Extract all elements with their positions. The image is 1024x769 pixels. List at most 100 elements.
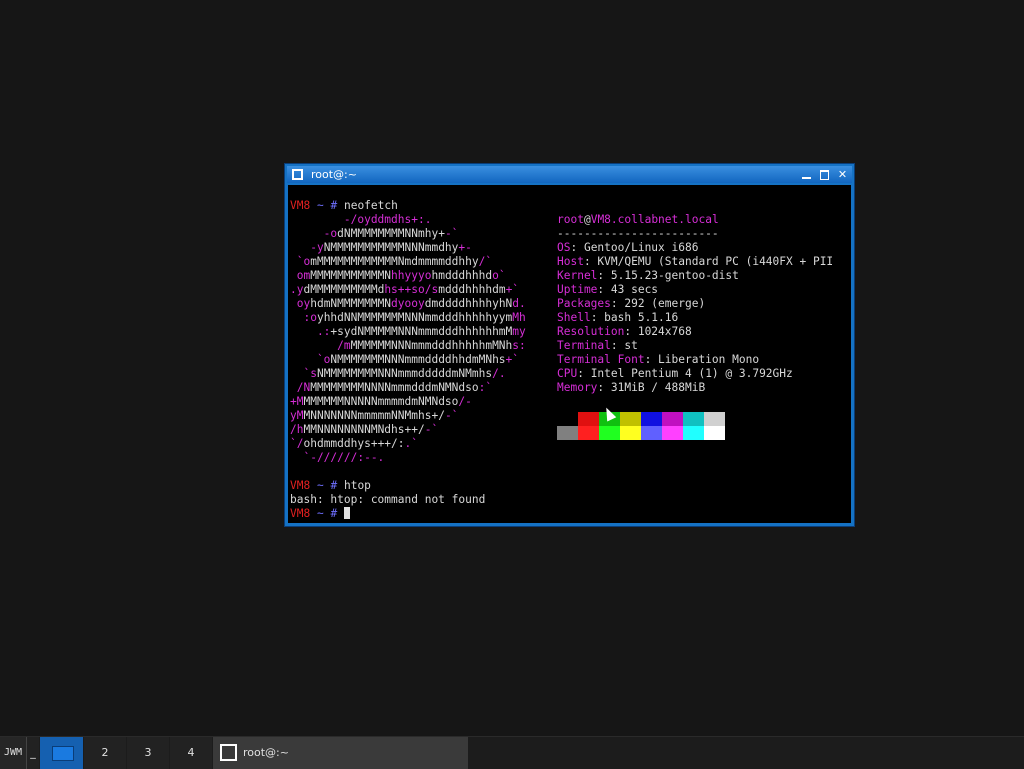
window-icon[interactable] [292, 169, 303, 180]
close-button[interactable]: ✕ [835, 167, 850, 182]
logo-line: `sNMMMMMMMMNNNmmmdddddmNMmhs/. [290, 367, 505, 381]
logo-segment: MNNNNNNNmmmmmNNMmhs+/ [303, 409, 445, 422]
prompt-host: VM8 [290, 479, 311, 492]
logo-segment: NMMMMMMMMMMMNNNmmdhy [323, 241, 459, 254]
info-row: Memory: 31MiB / 488MiB [557, 381, 705, 395]
desktop-1-button[interactable] [40, 737, 83, 769]
logo-segment: hs++so/s [384, 283, 439, 296]
logo-segment: MMNNNNNNNNMNdhs++/ [303, 423, 425, 436]
task-button-terminal[interactable]: root@:~ [213, 737, 468, 769]
maximize-button[interactable] [817, 167, 832, 182]
logo-line: /NMMMMMMMMNNNNmmmdddmNMNdso:` [290, 381, 492, 395]
info-value: : Liberation Mono [644, 353, 760, 366]
logo-line: /mMMMMMMNNNmmmdddhhhhhmMNhs: [290, 339, 526, 353]
info-row: Host: KVM/QEMU (Standard PC (i440FX + PI… [557, 255, 833, 269]
prompt-line-1: VM8 ~ # neofetch [290, 199, 398, 213]
info-row: Kernel: 5.15.23-gentoo-dist [557, 269, 739, 283]
logo-segment: `-//////:--. [290, 451, 385, 464]
desktop-preview-icon [52, 746, 74, 761]
prompt-symbol: # [330, 199, 338, 212]
logo-segment: my [512, 325, 526, 338]
info-key: Memory [557, 381, 598, 394]
logo-segment: /N [290, 381, 311, 394]
start-menu-button[interactable]: JWM [0, 737, 27, 769]
logo-segment: +- [458, 241, 472, 254]
prompt-host: VM8 [290, 507, 311, 520]
terminal-window[interactable]: root@:~ ✕ VM8 ~ # neofetch -/oyddmdhs+:.… [284, 163, 855, 527]
command-text: neofetch [343, 199, 398, 212]
logo-segment: `o [290, 353, 331, 366]
info-value: : 43 secs [597, 283, 659, 296]
info-header: root@VM8.collabnet.local [557, 213, 719, 227]
close-icon: ✕ [837, 168, 848, 181]
info-host: VM8.collabnet.local [590, 213, 719, 226]
logo-segment: ohdmmddhys+++/: [303, 437, 405, 450]
logo-segment: -` [424, 423, 439, 436]
info-row: Terminal Font: Liberation Mono [557, 353, 759, 367]
info-row: Packages: 292 (emerge) [557, 297, 705, 311]
logo-segment: -` [444, 409, 459, 422]
color-swatch [557, 412, 578, 426]
color-swatch [557, 426, 578, 440]
info-row: Terminal: st [557, 339, 638, 353]
logo-segment: d. [512, 297, 526, 310]
info-key: OS [557, 241, 571, 254]
info-row: Resolution: 1024x768 [557, 325, 692, 339]
logo-line: -odNMMMMMMMMNNmhy+-` [290, 227, 459, 241]
logo-line: yMMNNNNNNNmmmmmNNMmhs+/-` [290, 409, 458, 423]
logo-segment: /m [290, 339, 351, 352]
logo-segment: +sydNMMMMMNNNmmmdddhhhhhhmM [330, 325, 513, 338]
logo-segment: om [290, 269, 311, 282]
desktop-4-button[interactable]: 4 [170, 737, 212, 769]
window-icon [220, 744, 237, 761]
prompt-path: ~ [316, 199, 324, 212]
prompt-host: VM8 [290, 199, 311, 212]
prompt-line-2: VM8 ~ # htop [290, 479, 371, 493]
logo-segment: o` [492, 269, 506, 282]
info-key: Uptime [557, 283, 598, 296]
logo-segment: NMMMMMMMNNNmmmddddhhdmMNhs [330, 353, 506, 366]
prompt-symbol: # [330, 507, 338, 520]
logo-line: omMMMMMMMMMMMNhhyyyohmdddhhhdo` [290, 269, 506, 283]
info-key: Host [557, 255, 584, 268]
desktop-2-button[interactable]: 2 [84, 737, 126, 769]
logo-segment: Mh [512, 311, 526, 324]
info-value: : bash 5.1.16 [590, 311, 679, 324]
logo-line: +MMMMMMMNNNNNmmmmdmNMNdso/- [290, 395, 472, 409]
info-value: : 292 (emerge) [610, 297, 706, 310]
terminal-area[interactable]: VM8 ~ # neofetch -/oyddmdhs+:. -odNMMMMM… [288, 185, 851, 523]
logo-line: -/oyddmdhs+:. [290, 213, 432, 227]
logo-segment: -y [290, 241, 324, 254]
taskbar: JWM _ 2 3 4 root@:~ [0, 736, 1024, 769]
show-desktop-button[interactable]: _ [27, 737, 39, 769]
logo-line: oyhdmNMMMMMMMNdyooydmddddhhhhyhNd. [290, 297, 526, 311]
text-cursor [343, 507, 350, 519]
logo-line: `oNMMMMMMMNNNmmmddddhhdmMNhs+` [290, 353, 519, 367]
logo-segment: MMMMMMMMNNNNmmmdddmNMNdso [310, 381, 479, 394]
logo-segment: oy [290, 297, 311, 310]
error-output: bash: htop: command not found [290, 493, 486, 506]
color-swatch [641, 412, 662, 426]
info-value: : KVM/QEMU (Standard PC (i440FX + PII [583, 255, 834, 268]
logo-segment: /` [478, 255, 493, 268]
minimize-icon [802, 177, 811, 179]
info-row: Uptime: 43 secs [557, 283, 658, 297]
info-key: CPU [557, 367, 578, 380]
color-swatch [662, 412, 683, 426]
info-at: @ [583, 213, 591, 226]
logo-segment: dyooy [391, 297, 425, 310]
window-titlebar[interactable]: root@:~ ✕ [287, 166, 852, 183]
logo-segment: dMMMMMMMMMMd [303, 283, 385, 296]
minimize-button[interactable] [799, 167, 814, 182]
prompt-line-3[interactable]: VM8 ~ # [290, 507, 350, 521]
desktop-3-button[interactable]: 3 [127, 737, 169, 769]
logo-line: `omMMMMMMMMMMMMNmdmmmmddhhy/` [290, 255, 492, 269]
window-title: root@:~ [311, 168, 357, 181]
logo-line: :oyhhdNNMMMMMMMNNNmmdddhhhhhyymMh [290, 311, 526, 325]
info-key: Terminal [557, 339, 611, 352]
logo-segment: `s [290, 367, 317, 380]
info-row: Shell: bash 5.1.16 [557, 311, 678, 325]
logo-line: `/ohdmmddhys+++/:.` [290, 437, 418, 451]
info-value: : Intel Pentium 4 (1) @ 3.792GHz [577, 367, 793, 380]
prompt-path: ~ [316, 507, 324, 520]
